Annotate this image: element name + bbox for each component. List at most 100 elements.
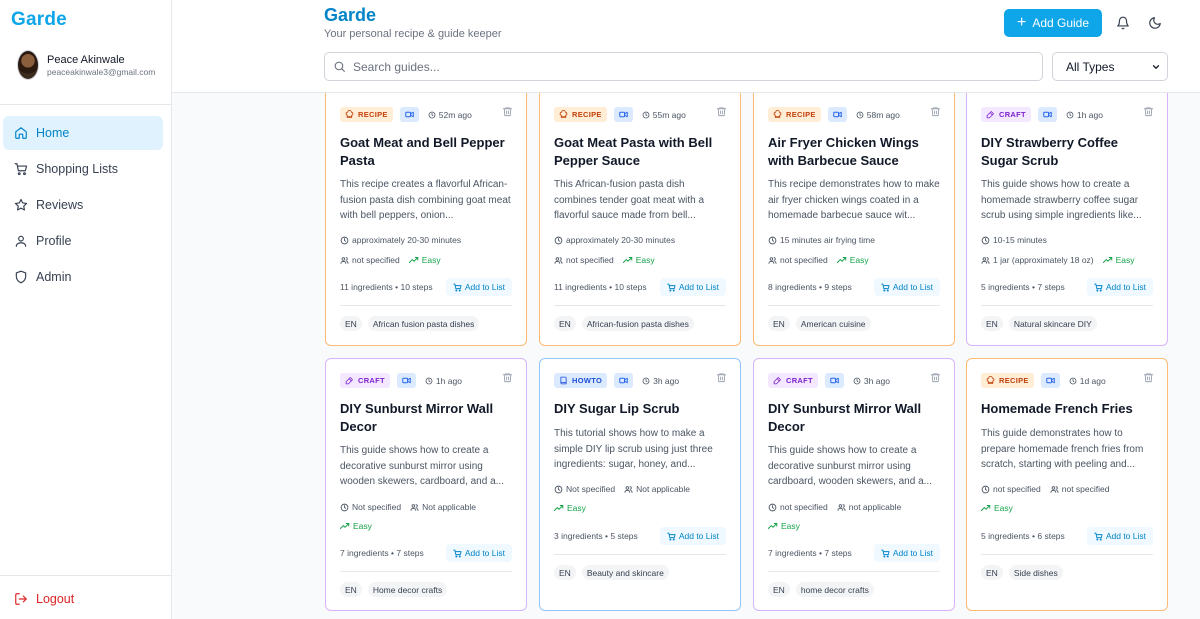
delete-icon[interactable] (716, 372, 727, 383)
card-title[interactable]: Goat Meat and Bell Pepper Pasta (340, 134, 516, 169)
video-badge (1040, 373, 1060, 388)
card-header: RECIPE 58m ago (768, 107, 900, 122)
add-to-list-button[interactable]: Add to List (659, 278, 726, 296)
home-icon (15, 127, 27, 139)
ingredient-step-counts: 11 ingredients • 10 steps (340, 282, 433, 292)
add-to-list-button[interactable]: Add to List (873, 544, 940, 562)
duration-text: Not specified (352, 502, 402, 512)
add-to-list-button[interactable]: Add to List (873, 278, 940, 296)
serves-meta: not specified Easy (768, 255, 869, 265)
cart-icon (1094, 283, 1103, 292)
sidebar-item-reviews[interactable]: Reviews (3, 188, 163, 222)
guide-card[interactable]: RECIPE 52m ago Goat Meat and Bell Pepper… (325, 93, 527, 346)
hammer-icon (986, 110, 999, 119)
video-badge (396, 373, 416, 388)
language-tag: EN (768, 582, 790, 597)
delete-icon[interactable] (502, 372, 513, 383)
card-title[interactable]: Air Fryer Chicken Wings with Barbecue Sa… (768, 134, 944, 169)
logout-button[interactable]: Logout (14, 592, 74, 606)
type-label: RECIPE (572, 110, 602, 119)
delete-icon[interactable] (930, 106, 941, 117)
card-title[interactable]: Homemade French Fries (981, 400, 1157, 418)
add-to-list-label: Add to List (678, 282, 719, 292)
card-divider (981, 305, 1153, 306)
card-header: CRAFT 3h ago (768, 373, 890, 388)
card-tags: EN African-fusion pasta dishes (554, 316, 700, 331)
trending-up-icon (1102, 257, 1112, 263)
clock-icon (768, 503, 777, 511)
guide-card[interactable]: RECIPE 1d ago Homemade French Fries This… (966, 358, 1168, 611)
sidebar-item-admin[interactable]: Admin (3, 260, 163, 294)
add-to-list-button[interactable]: Add to List (445, 544, 512, 562)
card-tags: EN Beauty and skincare (554, 565, 675, 580)
page-title: Garde (324, 5, 377, 25)
card-title[interactable]: DIY Sunburst Mirror Wall Decor (340, 400, 516, 435)
sidebar-item-home[interactable]: Home (3, 116, 163, 150)
hammer-icon (345, 376, 358, 385)
add-guide-button[interactable]: + Add Guide (1004, 9, 1102, 37)
category-tag: home decor crafts (795, 582, 874, 597)
card-description: This guide shows how to create a homemad… (981, 179, 1142, 222)
type-filter-select[interactable]: All Types (1052, 52, 1168, 81)
delete-icon[interactable] (716, 106, 727, 117)
chef-hat-icon (559, 110, 572, 119)
difficulty-text: Easy (994, 503, 1013, 513)
guide-card[interactable]: CRAFT 1h ago DIY Sunburst Mirror Wall De… (325, 358, 527, 611)
card-tags: EN Natural skincare DIY (981, 316, 1103, 331)
time-ago: 3h ago (853, 376, 890, 386)
card-title[interactable]: Goat Meat Pasta with Bell Pepper Sauce (554, 134, 730, 169)
logout-icon (15, 593, 27, 605)
notifications-button[interactable] (1114, 14, 1132, 32)
trending-up-icon (981, 505, 991, 511)
page-subtitle: Your personal recipe & guide keeper (324, 28, 502, 40)
sidebar-item-label: Reviews (36, 198, 84, 212)
type-badge: CRAFT (768, 373, 818, 388)
video-icon (619, 377, 628, 384)
delete-icon[interactable] (1143, 372, 1154, 383)
add-to-list-button[interactable]: Add to List (1086, 278, 1153, 296)
add-to-list-button[interactable]: Add to List (659, 527, 726, 545)
clock-icon (428, 111, 436, 118)
add-to-list-button[interactable]: Add to List (445, 278, 512, 296)
search-input[interactable] (353, 59, 1033, 74)
card-header: RECIPE 1d ago (981, 373, 1106, 388)
sidebar-item-profile[interactable]: Profile (3, 224, 163, 258)
guide-card[interactable]: HOWTO 3h ago DIY Sugar Lip Scrub This tu… (539, 358, 741, 611)
delete-icon[interactable] (930, 372, 941, 383)
serves-text: not specified (780, 255, 828, 265)
user-icon (15, 235, 27, 247)
trending-up-icon (408, 257, 418, 263)
users-icon (768, 256, 777, 264)
difficulty-badge: Easy (554, 503, 586, 513)
video-badge (1037, 107, 1057, 122)
delete-icon[interactable] (502, 106, 513, 117)
video-badge (613, 107, 633, 122)
guide-card[interactable]: RECIPE 58m ago Air Fryer Chicken Wings w… (753, 93, 955, 346)
sidebar-item-shopping-lists[interactable]: Shopping Lists (3, 152, 163, 186)
guide-card[interactable]: CRAFT 3h ago DIY Sunburst Mirror Wall De… (753, 358, 955, 611)
cart-icon (667, 283, 676, 292)
category-tag: Natural skincare DIY (1008, 316, 1097, 331)
card-title[interactable]: DIY Sunburst Mirror Wall Decor (768, 400, 944, 435)
clock-icon (1069, 377, 1077, 384)
difficulty-badge: Easy (768, 521, 800, 531)
guide-card[interactable]: RECIPE 55m ago Goat Meat Pasta with Bell… (539, 93, 741, 346)
card-title[interactable]: DIY Sugar Lip Scrub (554, 400, 730, 418)
type-label: HOWTO (572, 376, 603, 385)
duration-meta: Not specified Not applicable (554, 484, 690, 494)
add-to-list-button[interactable]: Add to List (1086, 527, 1153, 545)
duration-meta: approximately 20-30 minutes (554, 235, 675, 245)
difficulty-badge: Easy (836, 255, 869, 265)
theme-toggle-button[interactable] (1146, 14, 1164, 32)
duration-meta: approximately 20-30 minutes (340, 235, 461, 245)
app-logo[interactable]: Garde (11, 9, 67, 31)
card-title[interactable]: DIY Strawberry Coffee Sugar Scrub (981, 134, 1157, 169)
trending-up-icon (836, 257, 846, 263)
delete-icon[interactable] (1143, 106, 1154, 117)
avatar (17, 50, 39, 80)
category-tag: Beauty and skincare (581, 565, 669, 580)
type-label: CRAFT (358, 376, 385, 385)
guide-card[interactable]: CRAFT 1h ago DIY Strawberry Coffee Sugar… (966, 93, 1168, 346)
time-ago: 55m ago (642, 110, 686, 120)
card-header: RECIPE 55m ago (554, 107, 686, 122)
